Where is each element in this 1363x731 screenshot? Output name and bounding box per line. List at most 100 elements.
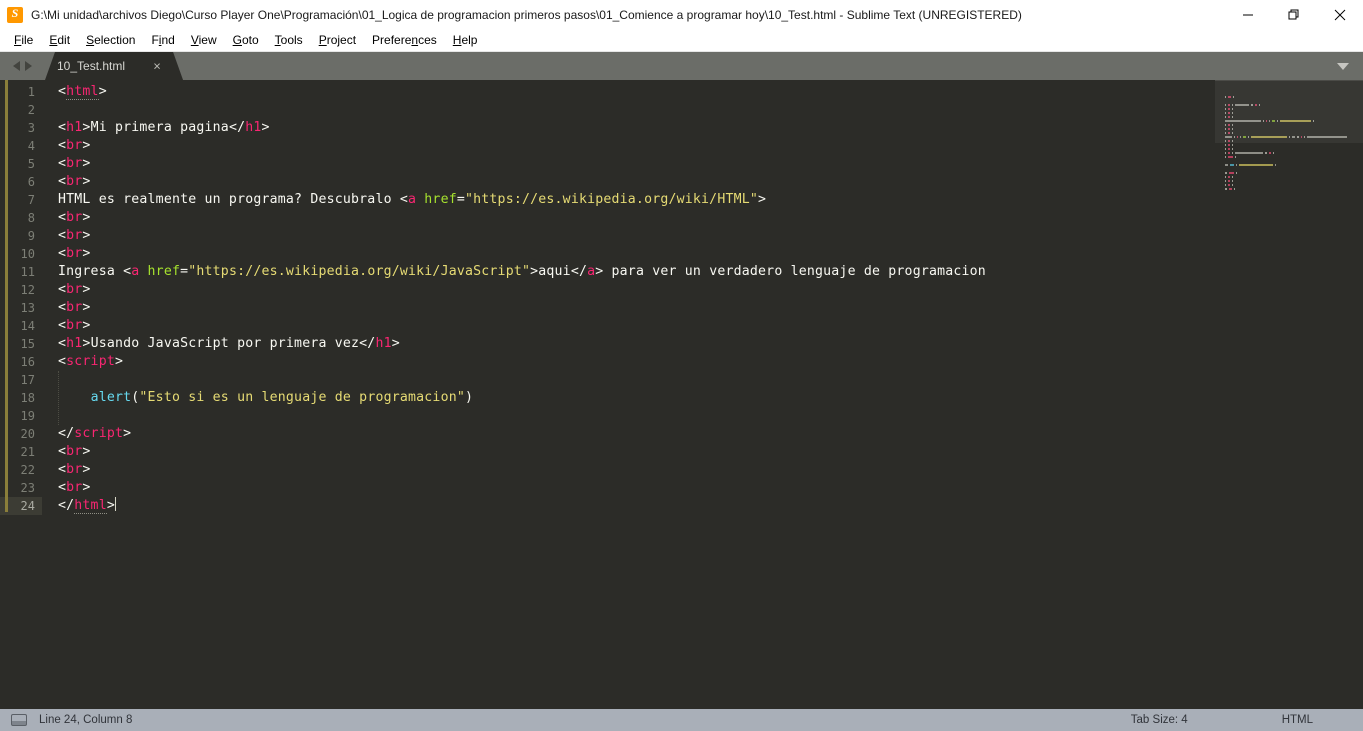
code-token: h1	[66, 120, 83, 135]
code-token: <	[58, 120, 67, 135]
code-token: br	[66, 210, 83, 225]
window-controls	[1225, 0, 1363, 29]
editor-area[interactable]: 1 2 3 4 5 6 7 8 9 10 11 12 13 14 15 16 17 18 19 20 21 22 23 24 …	[0, 80, 1363, 709]
minimap-token	[1275, 164, 1276, 166]
close-icon[interactable]: ×	[151, 60, 163, 73]
code-token: =	[456, 192, 465, 207]
panel-icon[interactable]	[11, 714, 27, 726]
code-token: html	[74, 498, 107, 514]
code-token: </	[58, 498, 75, 513]
code-token: >	[114, 354, 124, 369]
menu-item-find[interactable]: Find	[143, 31, 182, 49]
code-line[interactable]	[58, 371, 1363, 389]
code-token: <	[399, 192, 409, 207]
code-line[interactable]	[58, 407, 1363, 425]
code-line[interactable]: Ingresa <a href="https://es.wikipedia.or…	[58, 263, 1363, 281]
code-line[interactable]: </html>	[58, 497, 1363, 515]
code-token: script	[74, 426, 124, 441]
restore-icon[interactable]	[1271, 0, 1317, 29]
code-line[interactable]: <br>	[58, 245, 1363, 263]
menu-item-view[interactable]: View	[183, 31, 225, 49]
code-line[interactable]: <br>	[58, 137, 1363, 155]
minimap-token	[1229, 188, 1232, 190]
code-line[interactable]: <br>	[58, 173, 1363, 191]
code-token: <	[58, 462, 67, 477]
code-line[interactable]: <script>	[58, 353, 1363, 371]
minimap-token	[1225, 188, 1227, 190]
tab-navigation-arrows[interactable]	[0, 52, 45, 80]
code-token: Ingresa	[58, 264, 124, 279]
menu-item-edit[interactable]: Edit	[41, 31, 78, 49]
sublime-text-icon	[7, 6, 23, 23]
menu-item-preferences[interactable]: Preferences	[364, 31, 445, 49]
code-token: href	[147, 264, 181, 279]
code-line[interactable]: <h1>Mi primera pagina</h1>	[58, 119, 1363, 137]
code-content[interactable]: <html> <h1>Mi primera pagina</h1> <br> <br…	[42, 80, 1363, 709]
code-token: br	[66, 138, 83, 153]
code-token: >	[82, 210, 91, 225]
code-token: >	[82, 318, 91, 333]
code-token: br	[66, 282, 83, 297]
code-token: <	[58, 444, 67, 459]
code-token: >	[106, 498, 115, 513]
code-line[interactable]: <br>	[58, 317, 1363, 335]
code-token: >	[82, 156, 91, 171]
code-token: )	[465, 390, 474, 405]
close-icon[interactable]	[1317, 0, 1363, 29]
code-token: para ver un verdadero lenguaje de progra…	[603, 264, 986, 279]
code-line[interactable]: <h1>Usando JavaScript por primera vez</h…	[58, 335, 1363, 353]
code-token: br	[66, 318, 83, 333]
code-token: >	[82, 120, 91, 135]
menu-item-selection[interactable]: Selection	[78, 31, 143, 49]
code-line[interactable]: HTML es realmente un programa? Descubral…	[58, 191, 1363, 209]
syntax-indicator[interactable]: HTML	[1282, 714, 1313, 726]
code-token: <	[58, 228, 67, 243]
code-token: <	[58, 300, 67, 315]
code-token: h1	[245, 120, 262, 135]
code-line[interactable]: <br>	[58, 299, 1363, 317]
code-line[interactable]: <br>	[58, 443, 1363, 461]
code-line[interactable]: <br>	[58, 461, 1363, 479]
code-token: HTML es realmente un programa? Descubral…	[58, 192, 400, 207]
chevron-right-icon[interactable]	[25, 61, 32, 71]
code-line[interactable]: <br>	[58, 155, 1363, 173]
code-line[interactable]: alert("Esto si es un lenguaje de program…	[58, 389, 1363, 407]
code-line[interactable]: <br>	[58, 479, 1363, 497]
code-token: <	[58, 84, 67, 99]
minimap-token	[1239, 164, 1273, 166]
code-line[interactable]: <html>	[58, 83, 1363, 101]
menu-item-goto[interactable]: Goto	[225, 31, 267, 49]
text-caret	[114, 497, 116, 511]
code-line[interactable]	[58, 101, 1363, 119]
modified-lines-marker	[5, 80, 8, 512]
code-line[interactable]: </script>	[58, 425, 1363, 443]
tab-size-indicator[interactable]: Tab Size: 4	[1131, 714, 1188, 726]
menu-item-project[interactable]: Project	[311, 31, 364, 49]
minimap-viewport[interactable]	[1215, 80, 1363, 143]
menu-item-tools[interactable]: Tools	[267, 31, 311, 49]
code-token: h1	[375, 336, 392, 351]
minimap-token	[1234, 188, 1235, 190]
code-token: <	[58, 480, 67, 495]
code-token: >	[82, 246, 91, 261]
code-token: <	[58, 336, 67, 351]
code-minimap[interactable]	[1215, 80, 1363, 709]
menu-item-file[interactable]: File	[6, 31, 41, 49]
code-token: a	[408, 192, 417, 207]
menu-item-help[interactable]: Help	[445, 31, 486, 49]
code-token: br	[66, 462, 83, 477]
code-line[interactable]: <br>	[58, 227, 1363, 245]
code-line[interactable]: <br>	[58, 281, 1363, 299]
chevron-down-icon[interactable]	[1323, 52, 1363, 80]
minimize-icon[interactable]	[1225, 0, 1271, 29]
minimap-line	[1215, 178, 1363, 190]
code-token: Mi primera pagina	[90, 120, 229, 135]
code-token: <	[58, 210, 67, 225]
editor-tab-active[interactable]: 10_Test.html ×	[45, 52, 183, 80]
code-line[interactable]: <br>	[58, 209, 1363, 227]
status-bar: Line 24, Column 8 Tab Size: 4 HTML	[0, 709, 1363, 731]
chevron-left-icon[interactable]	[13, 61, 20, 71]
code-token: br	[66, 228, 83, 243]
